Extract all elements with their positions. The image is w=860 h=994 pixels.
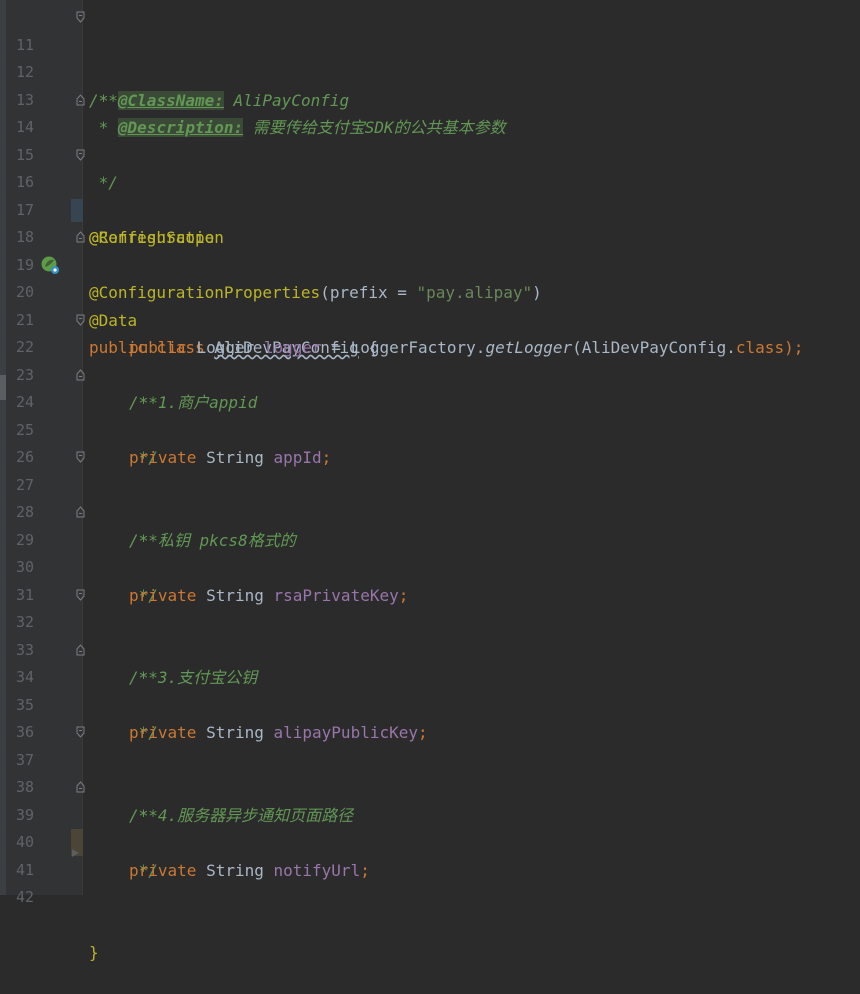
code-line[interactable]: 27 /** <box>0 444 860 550</box>
code-editor[interactable]: 11 /** 12 * @ClassName: AliPayConfig 13 … <box>0 4 860 962</box>
fold-end-icon[interactable] <box>76 643 85 656</box>
code-line[interactable]: 23 * 1.商户appid <box>0 334 860 413</box>
code-line[interactable]: 12 * @ClassName: AliPayConfig <box>0 32 860 110</box>
code-line[interactable]: 37 /** <box>0 719 860 825</box>
code-line[interactable]: 35 private String alipayPublicKey; <box>0 664 860 743</box>
code-line[interactable]: 13 * @Description: 需要传给支付宝SDK的公共基本参数 <box>0 59 860 137</box>
code-line[interactable]: 25 private String appId; <box>0 389 860 468</box>
code-line[interactable]: 22 /** <box>0 307 860 412</box>
closing-brace: } <box>89 943 99 962</box>
spring-bean-icon[interactable] <box>40 255 60 275</box>
fold-collapse-icon[interactable] <box>76 589 85 601</box>
fold-collapse-icon[interactable] <box>76 726 85 738</box>
code-line[interactable]: 32 /** <box>0 582 860 687</box>
code-line[interactable]: 21 public Logger logger = LoggerFactory.… <box>0 279 860 358</box>
code-line[interactable]: 26 <box>0 417 860 466</box>
code-line[interactable]: 17 @RefreshScope <box>0 169 860 248</box>
fold-end-arrow-icon[interactable] <box>71 847 80 859</box>
code-line[interactable]: 40 private String notifyUrl; <box>0 802 860 880</box>
code-line[interactable]: 33 * 3.支付宝公钥 <box>0 609 860 688</box>
code-line[interactable]: 24 */ <box>0 362 860 467</box>
fold-end-icon[interactable] <box>76 781 85 793</box>
code-line[interactable]: 39 */ <box>0 774 860 880</box>
code-line[interactable]: 11 /** <box>0 4 860 110</box>
code-line[interactable]: 19 @Data <box>0 224 860 330</box>
code-line[interactable]: 42 } <box>0 848 860 962</box>
code-line[interactable]: 16 @Configuration <box>0 142 860 247</box>
fold-collapse-icon[interactable] <box>76 11 85 23</box>
fold-collapse-icon[interactable] <box>76 149 85 161</box>
code-line[interactable]: 18 @ConfigurationProperties(prefix = "pa… <box>0 197 860 302</box>
fold-end-icon[interactable] <box>76 93 85 106</box>
code-line[interactable]: 38 * 4.服务器异步通知页面路径 <box>0 747 860 825</box>
fold-end-icon[interactable] <box>76 368 85 381</box>
code-line[interactable]: 30 private String rsaPrivateKey; <box>0 527 860 605</box>
change-marker <box>71 198 83 222</box>
code-line[interactable]: 31 <box>0 554 860 604</box>
code-line[interactable]: 41 <box>0 829 860 879</box>
code-line[interactable]: 29 */ <box>0 499 860 605</box>
line-number: 42 <box>15 888 34 906</box>
fold-collapse-icon[interactable] <box>76 451 85 463</box>
code-line[interactable]: 15 <box>0 114 860 164</box>
fold-end-icon[interactable] <box>76 506 85 518</box>
code-line[interactable]: 28 * 私钥 pkcs8格式的 <box>0 472 860 550</box>
code-line[interactable]: 36 <box>0 692 860 741</box>
code-line[interactable]: 34 */ <box>0 637 860 742</box>
fold-collapse-icon[interactable] <box>76 314 85 326</box>
code-line[interactable]: 14 */ <box>0 87 860 192</box>
code-line[interactable]: 20 public class AliDevPayConfig { <box>0 252 860 357</box>
fold-end-icon[interactable] <box>76 231 85 243</box>
